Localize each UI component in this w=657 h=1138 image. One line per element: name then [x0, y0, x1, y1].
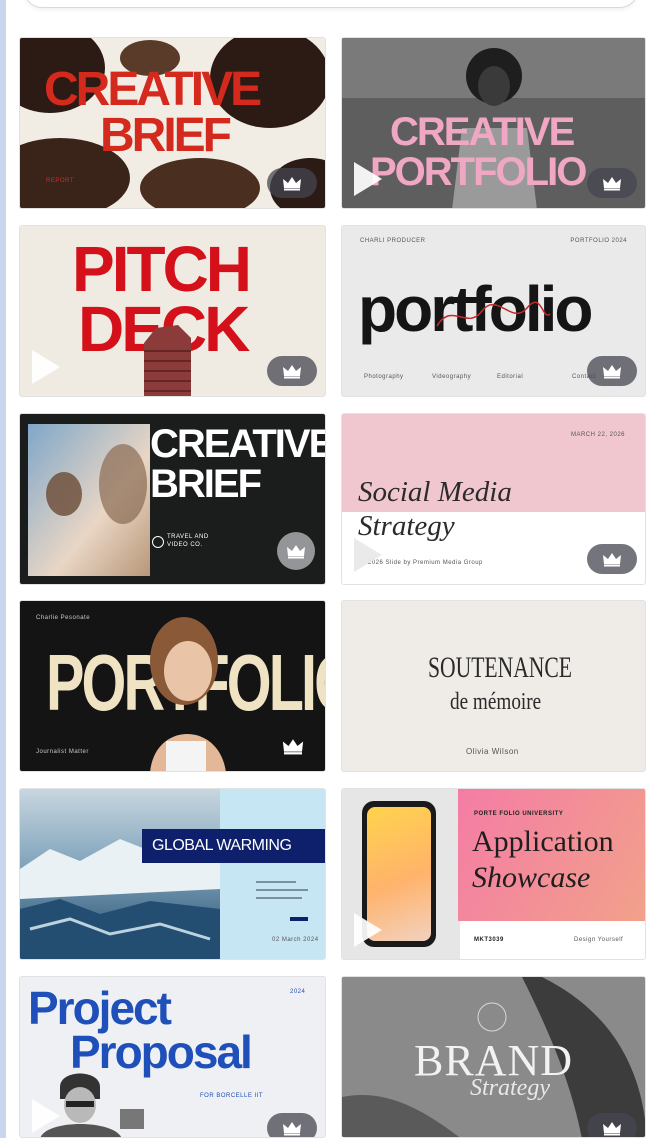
template-card-application-showcase[interactable]: PORTE FOLIO UNIVERSITY Application Showc… — [341, 788, 646, 960]
card-title-line1: Social Media — [358, 476, 512, 508]
text-line — [256, 881, 296, 883]
template-card-portfolio-dark[interactable]: Charlie Pesonate PORTFOLIO Journalist Ma… — [19, 600, 326, 772]
card-footer-left: MKT3039 — [474, 937, 504, 943]
template-card-soutenance[interactable]: SOUTENANCE de mémoire Olivia Wilson — [341, 600, 646, 772]
crown-icon — [283, 365, 301, 379]
template-card-creative-brief[interactable]: CREATIVE BRIEF REPORT — [19, 37, 326, 209]
crown-icon[interactable] — [281, 737, 305, 755]
search-bar[interactable] — [24, 0, 638, 8]
premium-badge[interactable] — [277, 532, 315, 570]
template-card-brand-strategy[interactable]: BRAND Strategy — [341, 976, 646, 1138]
card-author: Olivia Wilson — [466, 747, 519, 756]
play-icon[interactable] — [354, 162, 382, 196]
premium-badge[interactable] — [267, 1113, 317, 1137]
card-title-line2: de mémoire — [450, 689, 542, 715]
card-footer: Journalist Matter — [36, 749, 89, 755]
card-footer-right: Design Yourself — [574, 937, 624, 943]
template-card-global-warming[interactable]: GLOBAL WARMING 02 March 2024 — [19, 788, 326, 960]
card-footer-item: Videography — [432, 374, 472, 380]
play-icon[interactable] — [32, 350, 60, 384]
card-tag: REPORT — [46, 178, 74, 184]
premium-badge[interactable] — [587, 1113, 637, 1137]
crown-icon — [603, 553, 621, 567]
woman-portrait — [150, 617, 226, 771]
text-line — [256, 897, 302, 899]
card-footer-item: Editorial — [497, 374, 524, 380]
glacier-photo — [20, 789, 220, 959]
card-title-line2: BRIEF — [100, 109, 232, 162]
card-title-line1: CREATIVE — [150, 422, 326, 466]
left-panel-edge — [0, 0, 6, 1138]
card-title-line1: SOUTENANCE — [428, 651, 572, 684]
card-title-line2: BRIEF — [150, 462, 262, 506]
template-card-portfolio-light[interactable]: CHARLI PRODUCER PORTFOLIO 2024 portfolio… — [341, 225, 646, 397]
premium-badge[interactable] — [587, 356, 637, 386]
card-title: GLOBAL WARMING — [142, 829, 325, 863]
template-card-pitch-deck[interactable]: PITCH DECK — [19, 225, 326, 397]
premium-badge[interactable] — [587, 544, 637, 574]
building-image — [144, 325, 191, 396]
premium-badge[interactable] — [267, 168, 317, 198]
card-badge: 2024 — [290, 989, 306, 995]
card-org: PORTE FOLIO UNIVERSITY — [474, 811, 564, 817]
card-title-line2: Showcase — [472, 861, 591, 894]
template-card-creative-portfolio[interactable]: CREATIVE PORTFOLIO — [341, 37, 646, 209]
play-icon[interactable] — [354, 538, 382, 572]
card-footer: 2026 Slide by Premium Media Group — [368, 560, 483, 566]
template-card-project-proposal[interactable]: Project Proposal 2024 FOR BORCELLE IIT — [19, 976, 326, 1138]
play-icon[interactable] — [354, 913, 382, 947]
play-icon[interactable] — [32, 1099, 60, 1133]
crown-icon — [603, 365, 621, 379]
card-sub2: VIDEO CO. — [167, 542, 203, 548]
crown-icon — [283, 177, 301, 191]
card-header-left: CHARLI PRODUCER — [360, 238, 426, 244]
card-header-right: PORTFOLIO 2024 — [570, 238, 627, 244]
crown-icon — [603, 1122, 621, 1136]
accent-bar — [290, 917, 308, 921]
template-card-creative-brief-dark[interactable]: CREATIVE BRIEF TRAVEL AND VIDEO CO. — [19, 413, 326, 585]
premium-badge[interactable] — [267, 356, 317, 386]
card-sub: TRAVEL AND — [167, 534, 209, 540]
card-sub: FOR BORCELLE IIT — [200, 1093, 264, 1099]
card-footer: 02 March 2024 — [272, 937, 319, 943]
card-header-left: Charlie Pesonate — [36, 615, 91, 621]
signature-scribble — [436, 301, 551, 327]
premium-badge[interactable] — [587, 168, 637, 198]
globe-icon — [152, 536, 164, 548]
text-line — [256, 889, 308, 891]
card-footer-item: Photography — [364, 374, 404, 380]
card-title-line1: CREATIVE — [390, 110, 575, 154]
card-title-line1: Application — [472, 825, 614, 858]
card-title-line2: Strategy — [470, 1075, 550, 1101]
card-title-line2: PORTFOLIO — [370, 150, 587, 194]
crown-icon — [283, 1122, 301, 1136]
card-date: MARCH 22, 2026 — [570, 432, 625, 438]
crown-icon — [603, 177, 621, 191]
template-card-social-media-strategy[interactable]: MARCH 22, 2026 Social Media Strategy 202… — [341, 413, 646, 585]
travel-photo — [28, 424, 150, 576]
crown-icon — [287, 545, 305, 559]
